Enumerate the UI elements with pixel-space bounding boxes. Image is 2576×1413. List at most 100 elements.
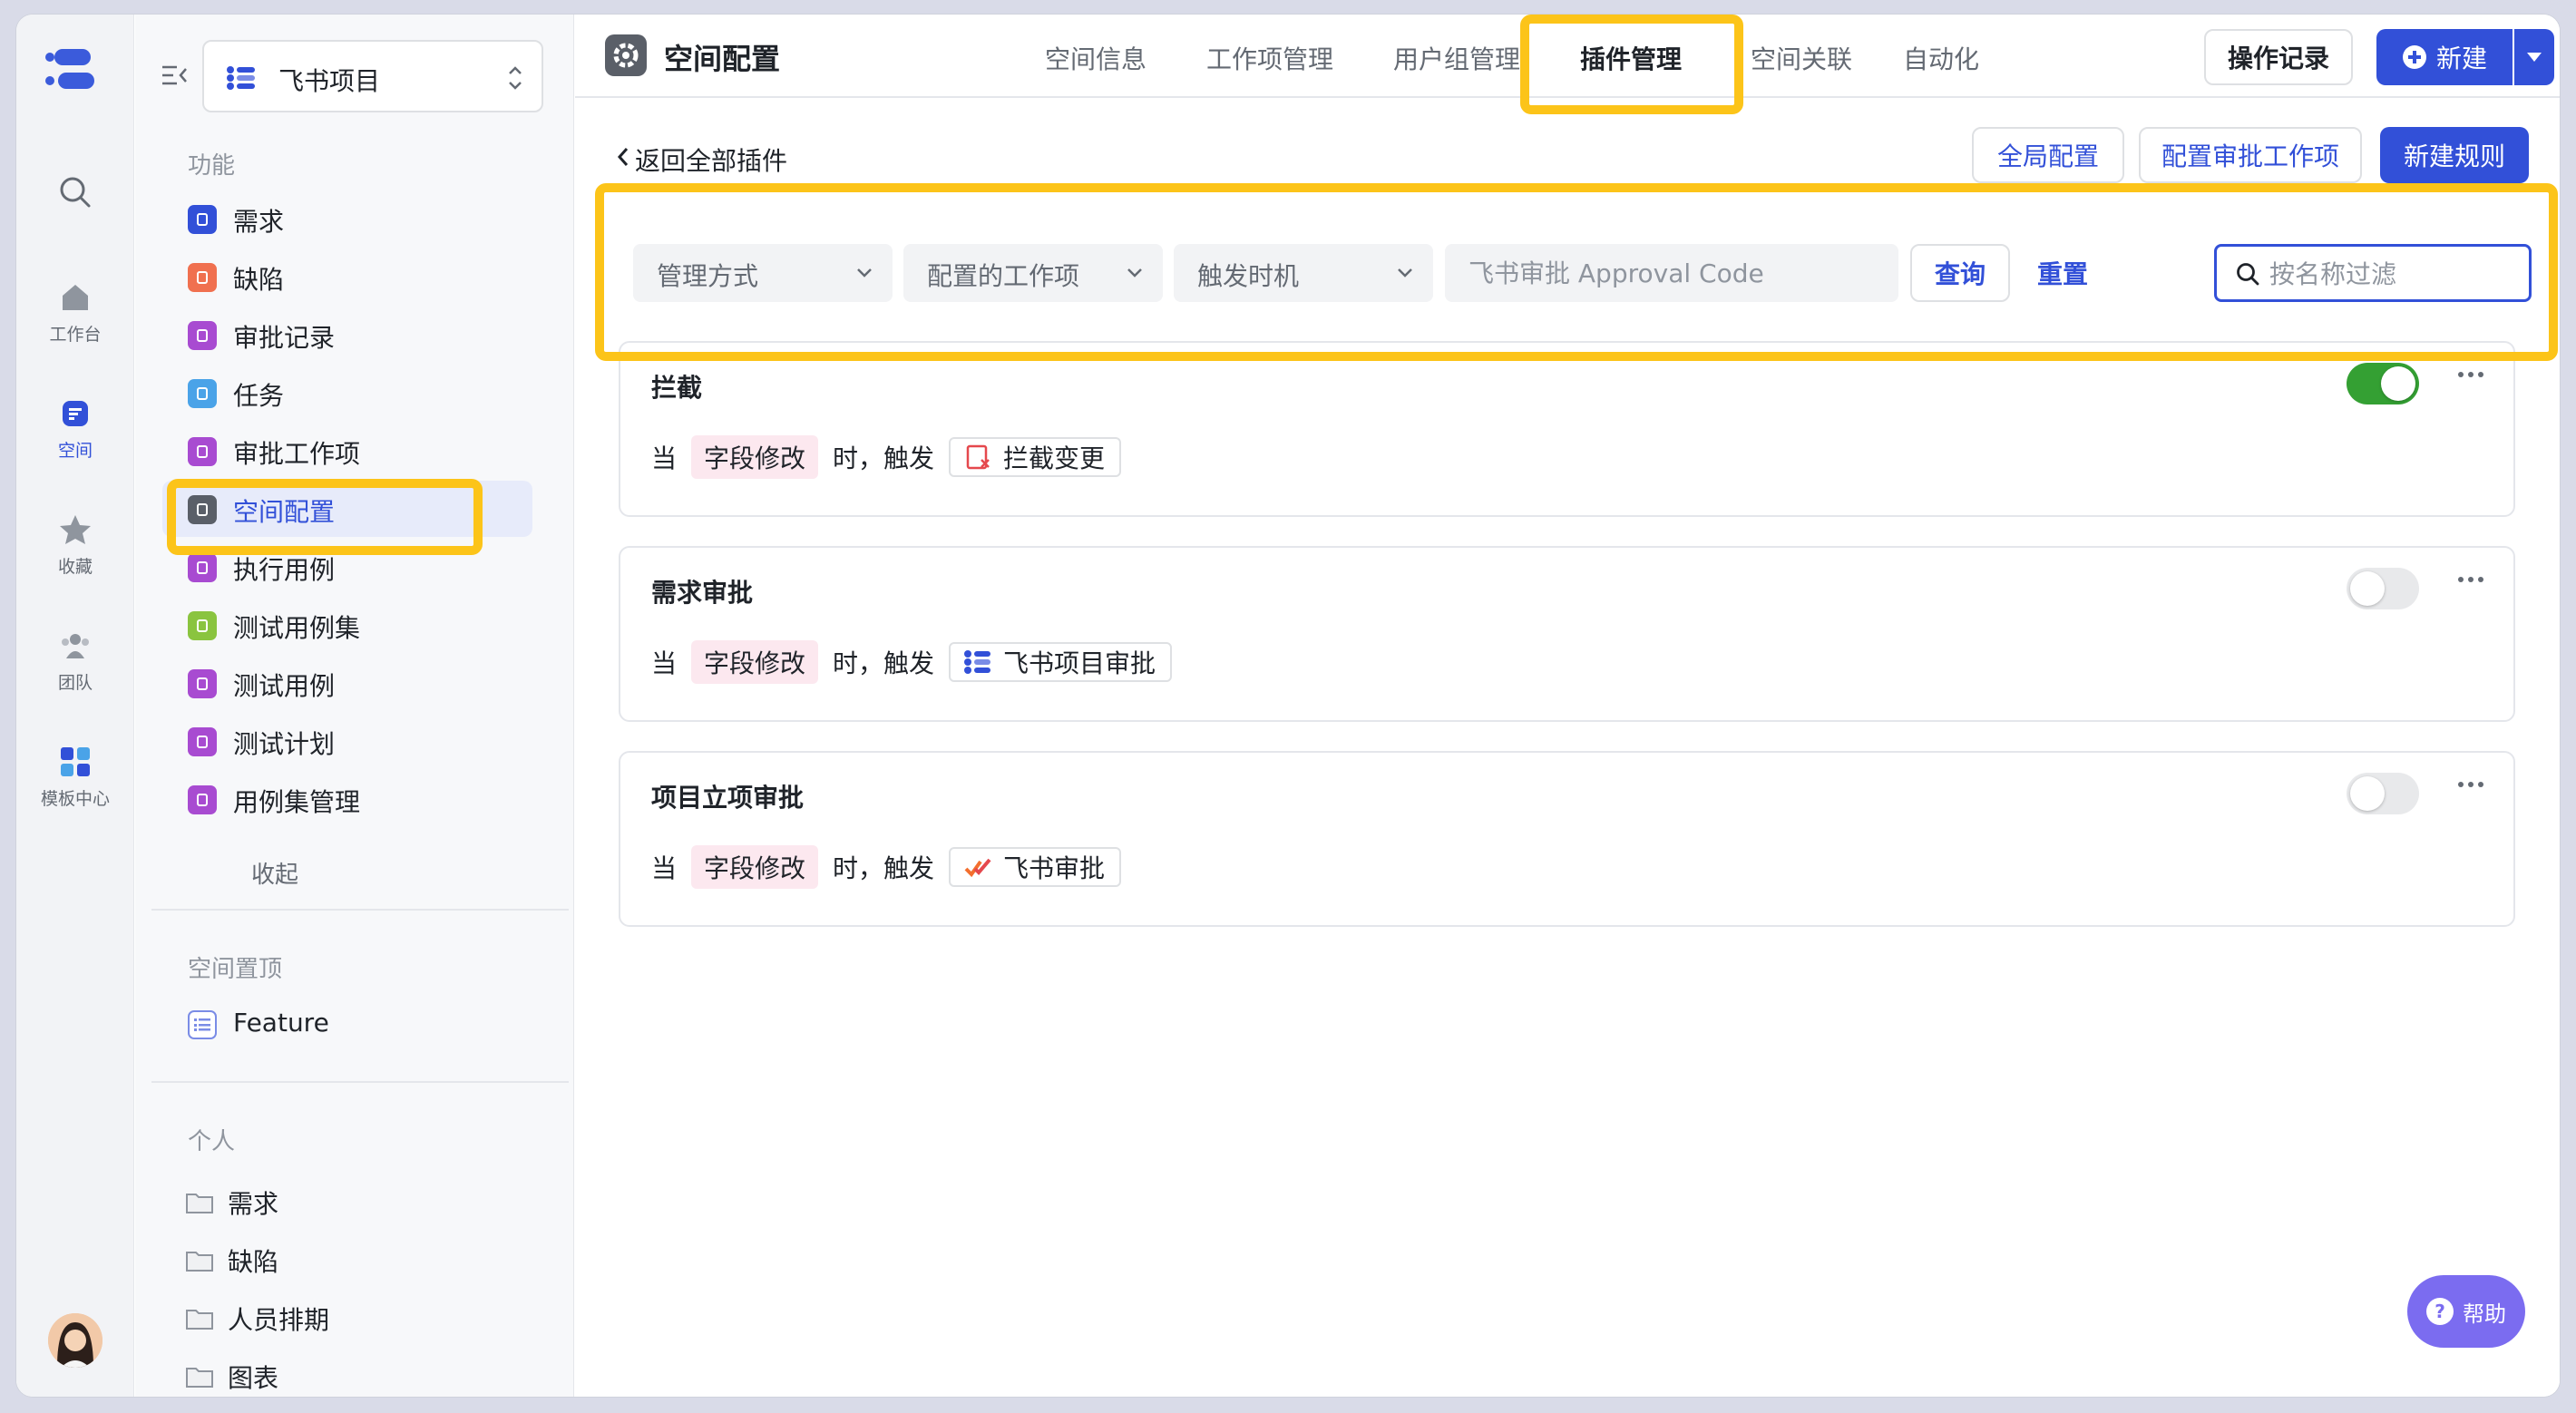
work-item-type-icon	[188, 205, 217, 234]
sidebar-item-personal-2[interactable]: 人员排期	[186, 1299, 458, 1339]
rule-action-chip[interactable]: 飞书审批	[949, 847, 1122, 887]
sidebar-item-feature[interactable]: Feature	[162, 996, 532, 1052]
template-grid-icon	[61, 747, 90, 776]
sidebar-item-personal-0[interactable]: 需求	[186, 1183, 458, 1223]
tab-plugin-management[interactable]: 插件管理	[1580, 40, 1682, 76]
caret-down-icon	[2527, 53, 2542, 62]
project-selector[interactable]: 飞书项目	[202, 40, 543, 112]
home-icon	[63, 285, 88, 310]
rail-workbench[interactable]: 工作台	[16, 279, 134, 346]
rail-label: 模板中心	[40, 789, 110, 809]
rule-then-text: 时，触发	[833, 648, 935, 678]
sidebar-item-feature-0[interactable]: 需求	[162, 190, 532, 247]
tab-user-group-management[interactable]: 用户组管理	[1393, 40, 1520, 76]
work-item-type-icon	[188, 263, 217, 292]
sidebar-item-label: 需求	[228, 1189, 279, 1219]
sidebar-item-label: 审批工作项	[233, 439, 361, 469]
rule-action-chip[interactable]: 拦截变更	[949, 437, 1122, 477]
sidebar-item-label: 测试用例	[233, 671, 336, 701]
sidebar-divider	[151, 1081, 569, 1083]
project-approval-icon	[964, 650, 991, 674]
plus-circle-icon	[2402, 45, 2426, 69]
trigger-timing-select[interactable]: 触发时机	[1174, 244, 1433, 302]
team-icon	[62, 634, 89, 658]
new-dropdown-button[interactable]	[2514, 29, 2554, 85]
rail-space[interactable]: 空间	[16, 395, 134, 462]
updown-chevron-icon	[509, 66, 522, 90]
more-options-icon[interactable]	[2457, 575, 2484, 584]
sidebar-item-feature-10[interactable]: 用例集管理	[162, 771, 532, 827]
work-item-type-icon	[188, 379, 217, 408]
more-options-icon[interactable]	[2457, 370, 2484, 379]
page-title: 空间配置	[664, 42, 781, 76]
rule-when-text: 当	[651, 443, 678, 473]
help-button[interactable]: ? 帮助	[2407, 1275, 2525, 1348]
rail-favorites[interactable]: 收藏	[16, 512, 134, 578]
sidebar-item-label: 用例集管理	[233, 787, 361, 817]
select-label: 触发时机	[1197, 261, 1300, 291]
sidebar-item-personal-3[interactable]: 图表	[186, 1357, 458, 1397]
global-config-button[interactable]: 全局配置	[1972, 127, 2124, 183]
select-label: 配置的工作项	[927, 261, 1080, 291]
rule-enable-toggle[interactable]	[2347, 568, 2419, 609]
folder-icon	[186, 1368, 213, 1388]
rule-action-label: 飞书审批	[1003, 853, 1106, 883]
tab-space-info[interactable]: 空间信息	[1045, 40, 1147, 76]
sidebar-item-feature-6[interactable]: 执行用例	[162, 539, 532, 595]
query-button[interactable]: 查询	[1910, 244, 2010, 302]
work-item-type-icon	[188, 785, 217, 814]
sidebar-item-personal-1[interactable]: 缺陷	[186, 1241, 458, 1281]
rule-enable-toggle[interactable]	[2347, 363, 2419, 404]
tab-work-item-management[interactable]: 工作项管理	[1206, 40, 1333, 76]
collapse-features-link[interactable]: 收起	[251, 856, 298, 890]
rule-enable-toggle[interactable]	[2347, 773, 2419, 814]
toggle-knob	[2350, 571, 2385, 606]
sidebar-item-feature-1[interactable]: 缺陷	[162, 248, 532, 305]
work-item-type-icon	[188, 495, 217, 524]
new-button[interactable]: 新建	[2376, 29, 2513, 85]
name-filter-search[interactable]	[2214, 244, 2532, 302]
folder-icon	[186, 1310, 213, 1330]
sidebar-item-feature-8[interactable]: 测试用例	[162, 655, 532, 711]
sidebar-item-feature-3[interactable]: 任务	[162, 365, 532, 421]
rule-card[interactable]: 需求审批当字段修改 时，触发 飞书项目审批	[619, 546, 2515, 722]
configured-work-item-select[interactable]: 配置的工作项	[903, 244, 1163, 302]
app-logo-icon[interactable]	[45, 49, 103, 91]
sidebar-item-label: 任务	[233, 381, 285, 411]
more-options-icon[interactable]	[2457, 780, 2484, 789]
config-approval-item-button[interactable]: 配置审批工作项	[2139, 127, 2362, 183]
trigger-field-chip: 字段修改	[691, 435, 819, 479]
rule-title: 项目立项审批	[651, 783, 805, 813]
operation-history-button[interactable]: 操作记录	[2204, 29, 2353, 85]
project-icon	[227, 66, 255, 90]
manage-mode-select[interactable]: 管理方式	[633, 244, 893, 302]
back-to-plugins-link[interactable]: 返回全部插件	[617, 141, 787, 178]
approval-code-input[interactable]	[1445, 244, 1898, 302]
sidebar-item-feature-4[interactable]: 审批工作项	[162, 423, 532, 479]
trigger-field-chip: 字段修改	[691, 845, 819, 889]
sidebar-item-label: 人员排期	[228, 1305, 330, 1335]
tab-automation[interactable]: 自动化	[1903, 40, 1979, 76]
user-avatar[interactable]	[48, 1313, 102, 1368]
new-rule-button[interactable]: 新建规则	[2380, 127, 2529, 183]
rule-card[interactable]: 项目立项审批当字段修改 时，触发 飞书审批	[619, 751, 2515, 927]
sidebar-item-feature-5[interactable]: 空间配置	[162, 481, 532, 537]
collapse-sidebar-icon[interactable]	[161, 62, 190, 89]
rail-team[interactable]: 团队	[16, 628, 134, 694]
section-title-features: 功能	[188, 152, 236, 180]
rule-card[interactable]: 拦截当字段修改 时，触发 拦截变更	[619, 341, 2515, 517]
tab-space-association[interactable]: 空间关联	[1751, 40, 1852, 76]
work-item-type-icon	[188, 727, 217, 756]
reset-button[interactable]: 重置	[2037, 255, 2088, 291]
sidebar-item-feature-9[interactable]: 测试计划	[162, 713, 532, 769]
sidebar-item-feature-7[interactable]: 测试用例集	[162, 597, 532, 653]
rule-action-chip[interactable]: 飞书项目审批	[949, 642, 1173, 682]
rail-template-center[interactable]: 模板中心	[16, 744, 134, 810]
name-filter-input[interactable]	[2269, 256, 2514, 292]
settings-gear-icon	[605, 34, 647, 76]
rule-title: 需求审批	[651, 578, 754, 608]
global-rail: 工作台 空间 收藏 团队 模板中心	[16, 15, 134, 1397]
intercept-icon	[966, 444, 990, 470]
rail-search[interactable]	[16, 174, 134, 210]
sidebar-item-feature-2[interactable]: 审批记录	[162, 307, 532, 363]
